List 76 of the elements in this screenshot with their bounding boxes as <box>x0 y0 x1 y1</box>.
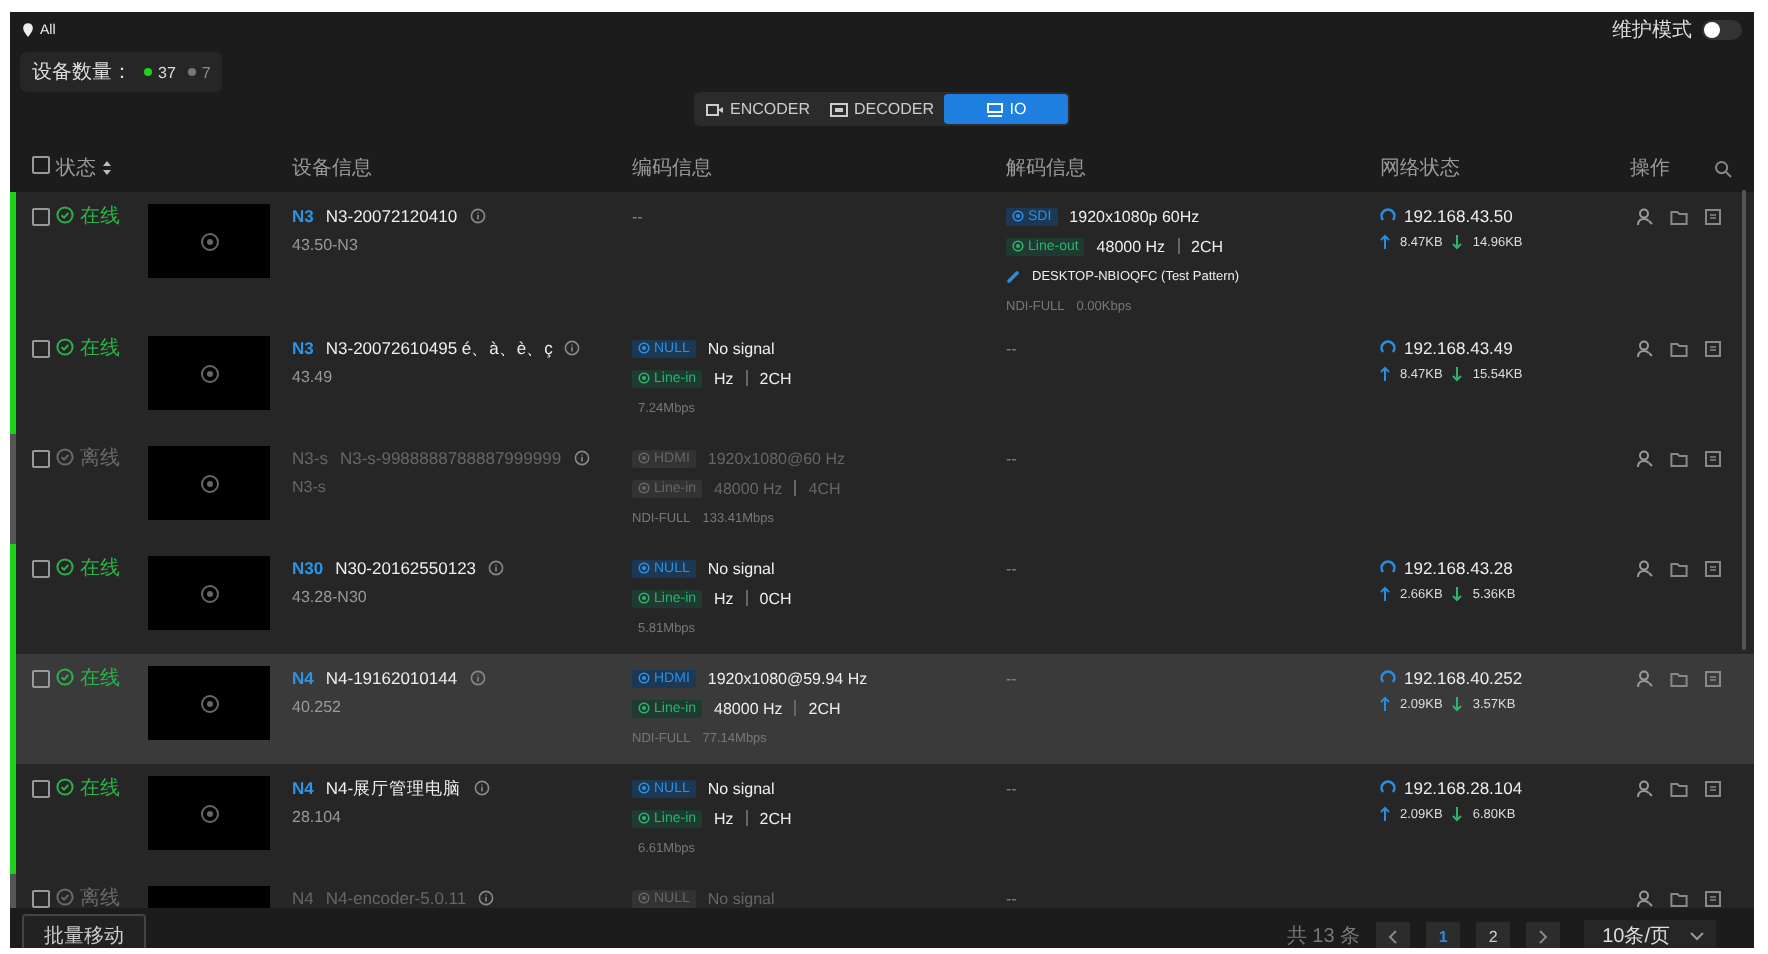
device-model: N3-s <box>292 446 328 470</box>
empty-value: -- <box>1006 559 1017 577</box>
device-name: N3-20072120410 <box>325 204 458 228</box>
page-size-select[interactable]: 10条/页 <box>1584 920 1716 948</box>
empty-value: -- <box>1006 889 1017 907</box>
ip-address: 192.168.43.28 <box>1404 556 1513 580</box>
device-model: N3 <box>292 336 314 360</box>
audio-value: Hz <box>714 589 734 607</box>
video-format: No signal <box>707 339 775 357</box>
ip-address: 192.168.40.252 <box>1404 666 1523 690</box>
device-model: N4 <box>292 666 314 690</box>
tab[interactable]: IO <box>944 94 1068 124</box>
video-format: No signal <box>707 779 775 797</box>
device-address: 40.252 <box>292 696 343 718</box>
batch-move-button[interactable]: 批量移动 <box>22 914 146 948</box>
ip-address: 192.168.28.104 <box>1404 776 1523 800</box>
page-button[interactable]: 2 <box>1476 921 1511 948</box>
audio-value: Hz <box>714 369 734 387</box>
empty-value: -- <box>1006 669 1017 687</box>
empty-value: -- <box>1006 779 1017 797</box>
status-label: 在线 <box>80 206 120 230</box>
device-name: N4-19162010144 <box>325 666 458 690</box>
audio-value: 48000 Hz <box>1096 237 1166 255</box>
audio-value: 2CH <box>759 809 792 827</box>
status-label: 在线 <box>80 558 120 582</box>
maintenance-mode-label: 维护模式 <box>1612 17 1692 44</box>
audio-value: 0CH <box>759 589 792 607</box>
device-address: 28.104 <box>292 806 343 828</box>
video-format: 1920x1080p 60Hz <box>1069 207 1200 225</box>
column-header: 解码信息 <box>1006 155 1088 182</box>
device-model: N4 <box>292 776 314 800</box>
audio-value: 48000 Hz <box>714 699 783 717</box>
device-model: N3 <box>292 204 314 228</box>
device-address: 43.49 <box>292 366 335 388</box>
audio-value: Hz <box>714 809 734 827</box>
device-name: N30-20162550123 <box>335 556 477 580</box>
device-address: 43.50-N3 <box>292 234 360 256</box>
audio-value: 2CH <box>808 699 841 717</box>
status-label: 离线 <box>80 448 120 472</box>
audio-value: 4CH <box>808 479 841 497</box>
device-name: N3-s-9988888788887999999 <box>339 446 562 470</box>
offline-count: 7 <box>201 63 211 81</box>
status-label: 在线 <box>80 778 120 802</box>
video-format: 1920x1080@59.94 Hz <box>707 669 868 687</box>
status-label: 在线 <box>80 668 120 692</box>
device-name: N3-20072610495 é、à、è、ç <box>325 336 553 360</box>
device-model: N4 <box>292 886 314 908</box>
status-label: 离线 <box>80 888 120 908</box>
column-header: 设备信息 <box>292 155 374 182</box>
tab[interactable]: DECODER <box>820 94 944 124</box>
device-address: 43.28-N30 <box>292 586 369 608</box>
total-count: 共 13 条 <box>1286 923 1361 948</box>
ip-address: 192.168.43.49 <box>1404 336 1513 360</box>
empty-value: -- <box>1006 449 1017 467</box>
online-count: 37 <box>158 63 176 81</box>
status-label: 在线 <box>80 338 120 362</box>
ip-address: 192.168.43.50 <box>1404 204 1513 228</box>
device-name: N4-encoder-5.0.11 <box>325 886 467 908</box>
video-format: 1920x1080@60 Hz <box>707 449 846 467</box>
device-name: N4-展厅管理电脑 <box>325 776 462 800</box>
empty-value: -- <box>632 207 643 225</box>
tab[interactable]: ENCODER <box>696 94 820 124</box>
empty-value: -- <box>1006 339 1017 357</box>
column-header: 网络状态 <box>1380 155 1462 182</box>
video-format: No signal <box>707 559 775 577</box>
video-format: No signal <box>707 889 775 907</box>
column-header: 编码信息 <box>632 155 714 182</box>
device-model: N30 <box>292 556 324 580</box>
device-count-label: 设备数量： <box>32 60 132 86</box>
audio-value: 48000 Hz <box>714 479 783 497</box>
column-header: 状态 <box>56 155 96 182</box>
audio-value: 2CH <box>759 369 792 387</box>
device-address: N3-s <box>292 476 328 498</box>
column-header: 操作 <box>1630 156 1672 182</box>
audio-value: 2CH <box>1191 237 1224 255</box>
page-button[interactable]: 1 <box>1426 921 1461 948</box>
